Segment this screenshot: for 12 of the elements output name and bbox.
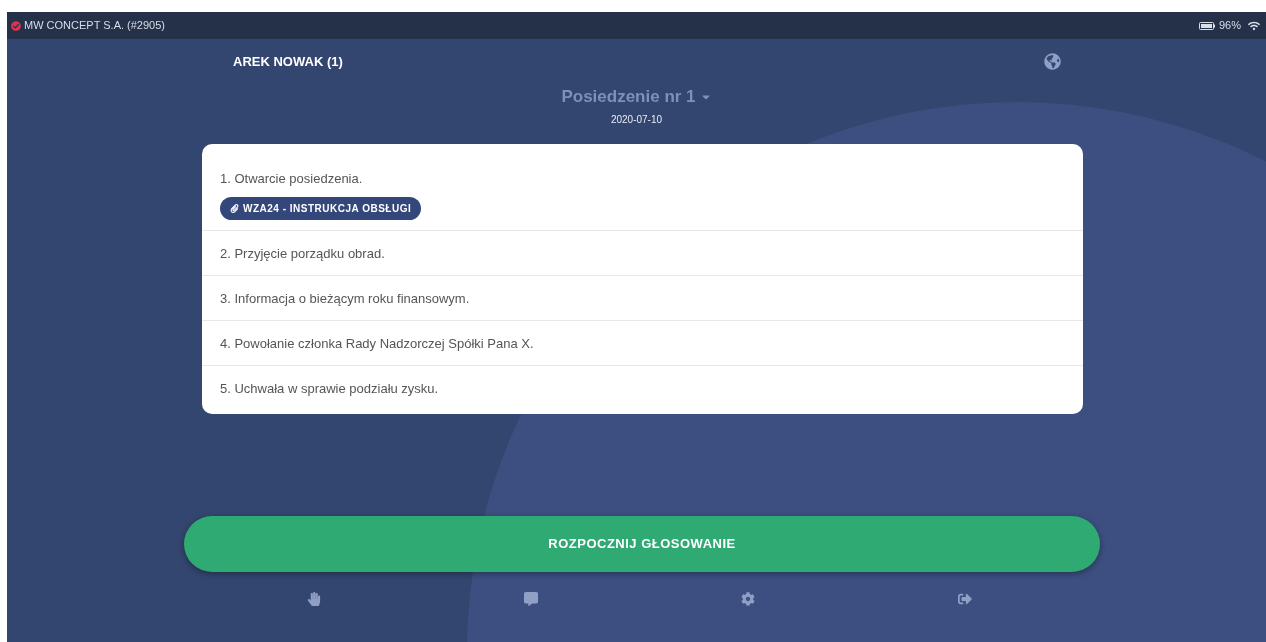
agenda-item: 5. Uchwała w sprawie podziału zysku. — [220, 380, 439, 396]
agenda-item: 2. Przyjęcie porządku obrad. — [220, 245, 385, 261]
user-name: AREK NOWAK (1) — [233, 52, 343, 71]
attachment-chip[interactable]: WZA24 - INSTRUKCJA OBSŁUGI — [220, 196, 422, 220]
company-name: MW CONCEPT S.A. (#2905) — [24, 18, 165, 34]
agenda-item: 3. Informacja o bieżącym roku finansowym. — [220, 290, 470, 306]
meeting-dropdown[interactable]: Posiedzenie nr 1 — [561, 84, 712, 110]
start-voting-button[interactable]: ROZPOCZNIJ GŁOSOWANIE — [184, 515, 1100, 572]
agenda-item: 1. Otwarcie posiedzenia. — [220, 170, 363, 186]
agenda-item: 4. Powołanie członka Rady Nadzorczej Spółki Pana X. — [220, 335, 534, 351]
meeting-date: 2020-07-10 — [610, 112, 663, 127]
battery-level: 96% — [1218, 18, 1241, 34]
